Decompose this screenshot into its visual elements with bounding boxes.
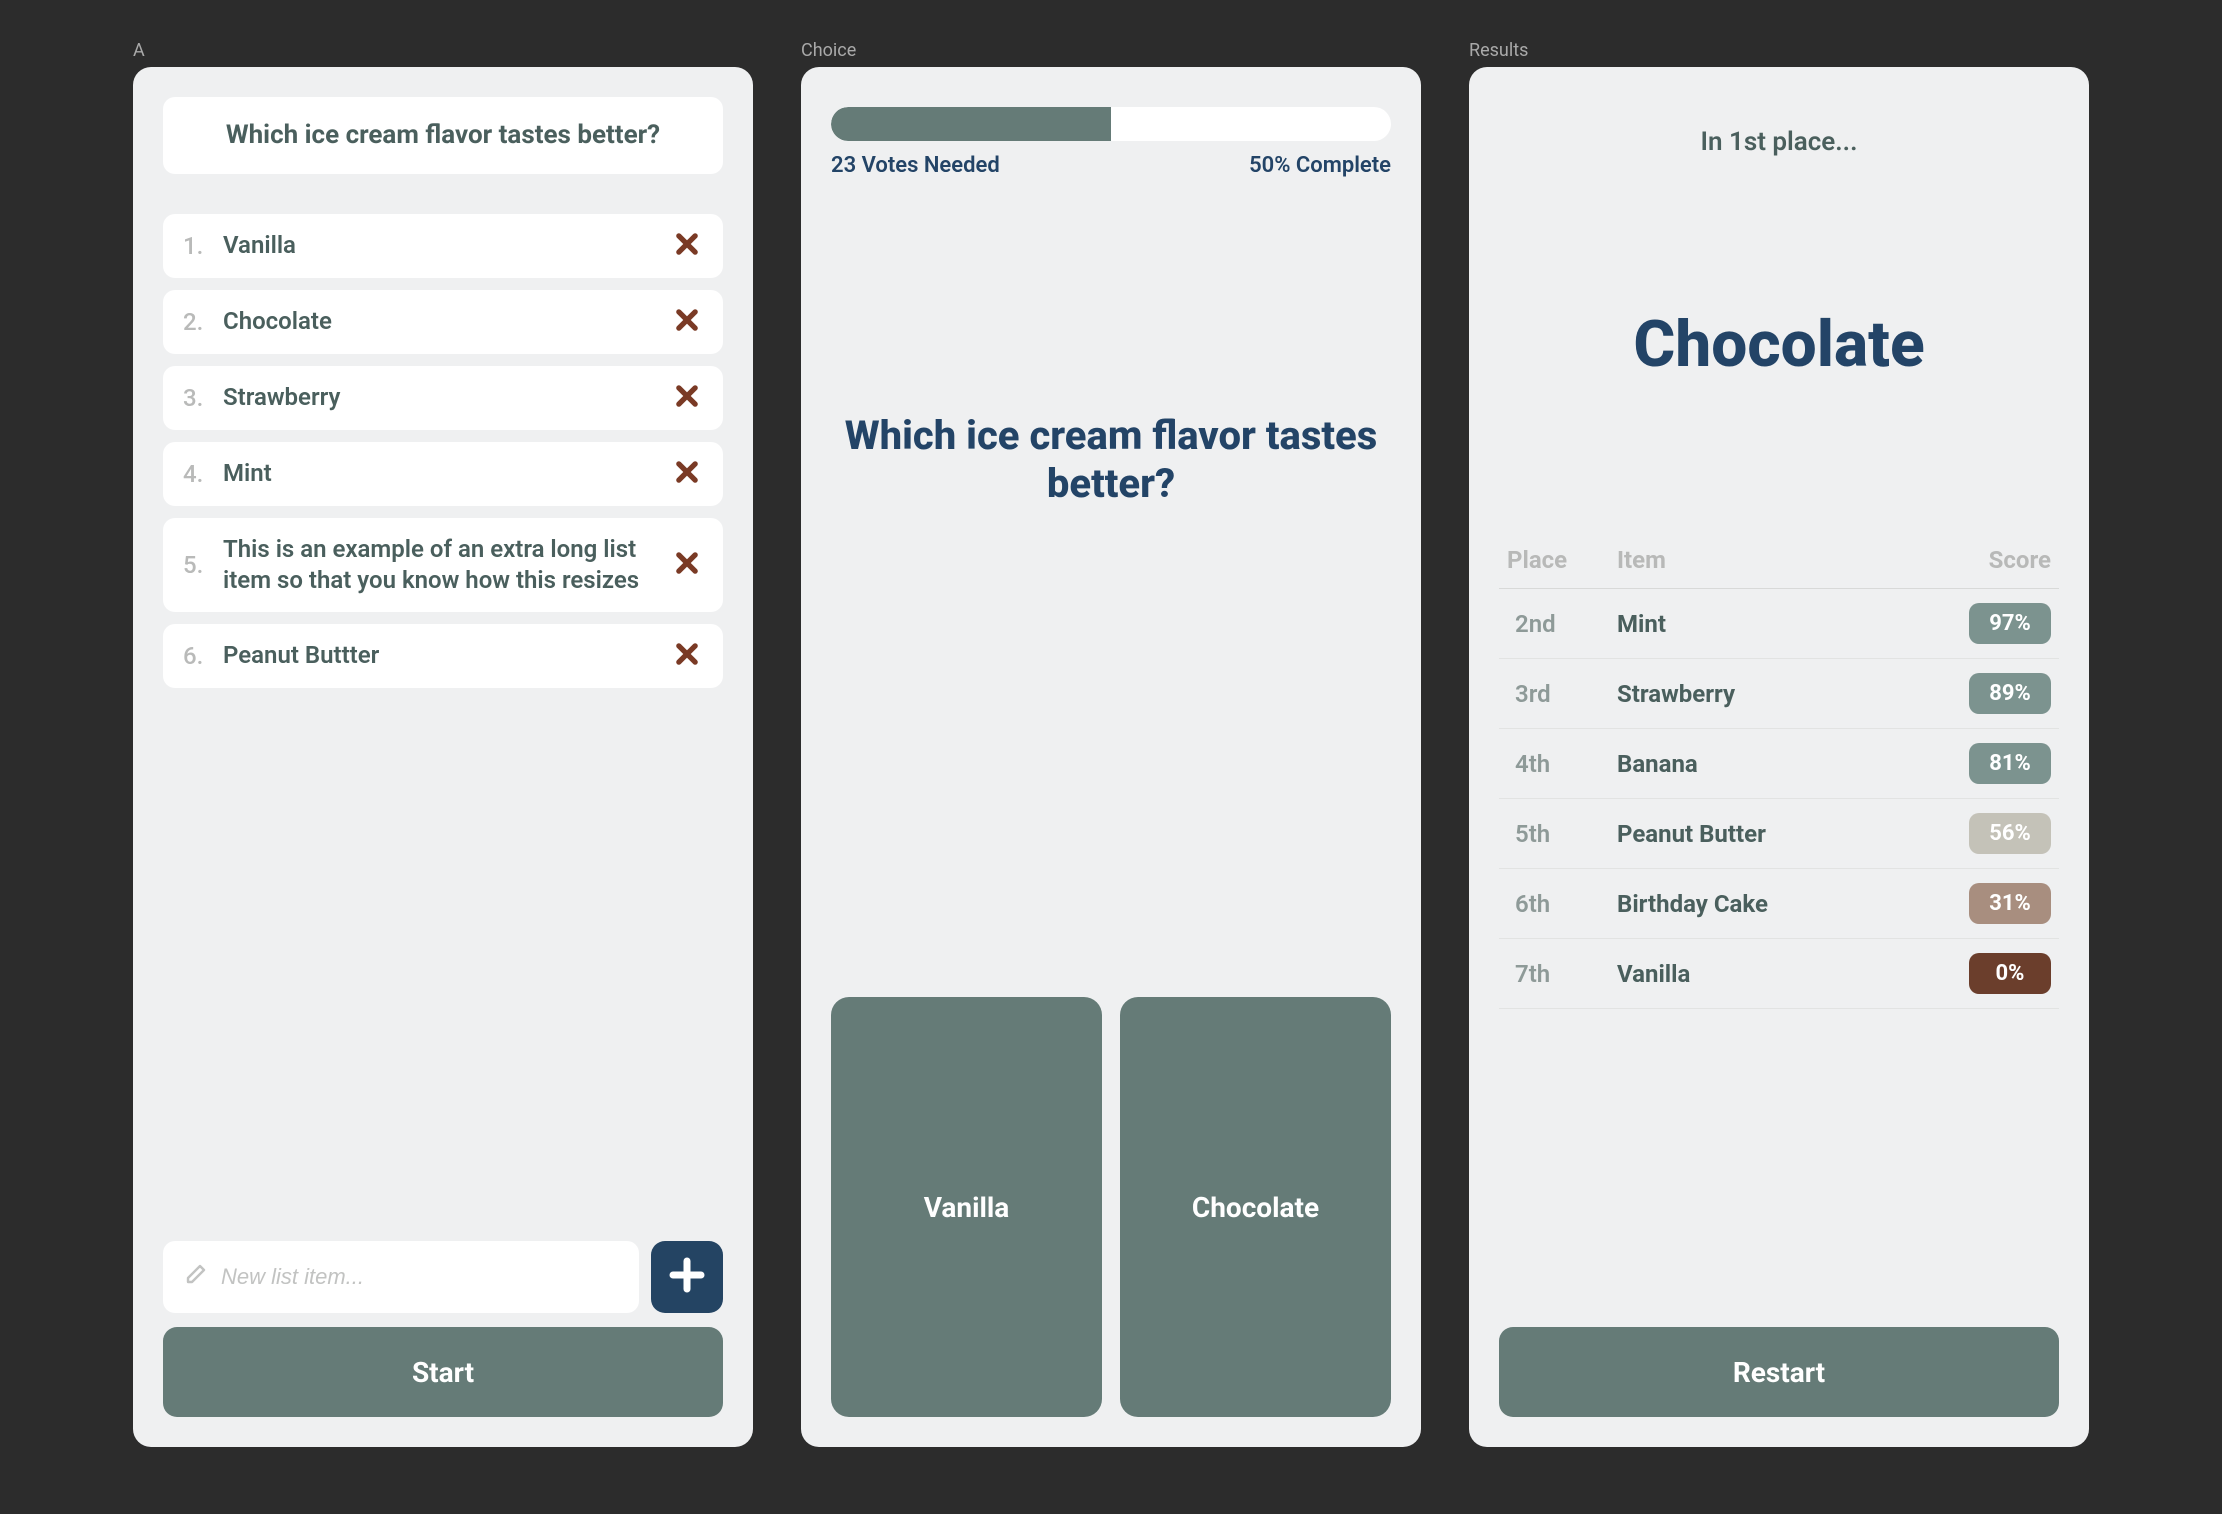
choice-option-left[interactable]: Vanilla bbox=[831, 997, 1102, 1417]
score-pill: 31% bbox=[1969, 883, 2051, 924]
results-row: 4thBanana 81% bbox=[1499, 729, 2059, 799]
list-item-number: 2. bbox=[183, 308, 211, 336]
progress-fill bbox=[831, 107, 1111, 141]
list-item-text: Chocolate bbox=[223, 306, 659, 337]
results-place: 4th bbox=[1507, 750, 1617, 778]
score-pill: 81% bbox=[1969, 743, 2051, 784]
score-pill: 56% bbox=[1969, 813, 2051, 854]
delete-item-button[interactable] bbox=[671, 230, 703, 262]
results-head-item: Item bbox=[1617, 546, 1941, 574]
results-item: Strawberry bbox=[1617, 680, 1941, 708]
results-item: Birthday Cake bbox=[1617, 890, 1941, 918]
results-place: 2nd bbox=[1507, 610, 1617, 638]
list-item-text: Mint bbox=[223, 458, 659, 489]
restart-button[interactable]: Restart bbox=[1499, 1327, 2059, 1417]
results-score-cell: 31% bbox=[1941, 883, 2051, 924]
delete-item-button[interactable] bbox=[671, 549, 703, 581]
close-icon bbox=[673, 306, 701, 338]
results-row: 7thVanilla 0% bbox=[1499, 939, 2059, 1009]
results-head-place: Place bbox=[1507, 546, 1617, 574]
winner-intro: In 1st place... bbox=[1499, 127, 2059, 157]
results-item: Vanilla bbox=[1617, 960, 1941, 988]
results-row: 5thPeanut Butter 56% bbox=[1499, 799, 2059, 869]
results-row: 6thBirthday Cake 31% bbox=[1499, 869, 2059, 939]
results-place: 7th bbox=[1507, 960, 1617, 988]
list-item: 6. Peanut Buttter bbox=[163, 624, 723, 688]
list-item-text: This is an example of an extra long list… bbox=[223, 534, 659, 596]
add-item-button[interactable] bbox=[651, 1241, 723, 1313]
results-score-cell: 89% bbox=[1941, 673, 2051, 714]
choice-option-right[interactable]: Chocolate bbox=[1120, 997, 1391, 1417]
panel-results-label: Results bbox=[1469, 40, 2089, 61]
results-panel: In 1st place... Chocolate Place Item Sco… bbox=[1469, 67, 2089, 1447]
results-score-cell: 97% bbox=[1941, 603, 2051, 644]
delete-item-button[interactable] bbox=[671, 382, 703, 414]
results-score-cell: 81% bbox=[1941, 743, 2051, 784]
results-row: 2ndMint 97% bbox=[1499, 589, 2059, 659]
list-item: 2. Chocolate bbox=[163, 290, 723, 354]
results-place: 6th bbox=[1507, 890, 1617, 918]
delete-item-button[interactable] bbox=[671, 640, 703, 672]
plus-icon bbox=[666, 1254, 708, 1300]
results-table: Place Item Score 2ndMint 97% 3rdStrawberry… bbox=[1499, 532, 2059, 1009]
list-item-number: 1. bbox=[183, 232, 211, 260]
close-icon bbox=[673, 640, 701, 672]
panel-a-label: A bbox=[133, 40, 753, 61]
close-icon bbox=[673, 382, 701, 414]
close-icon bbox=[673, 458, 701, 490]
results-item: Banana bbox=[1617, 750, 1941, 778]
votes-needed-text: 23 Votes Needed bbox=[831, 153, 1000, 178]
list-item-text: Strawberry bbox=[223, 382, 659, 413]
list-item-number: 5. bbox=[183, 551, 211, 579]
list-item: 5. This is an example of an extra long li… bbox=[163, 518, 723, 612]
choice-panel: 23 Votes Needed 50% Complete Which ice c… bbox=[801, 67, 1421, 1447]
results-place: 5th bbox=[1507, 820, 1617, 848]
new-item-input-wrap[interactable] bbox=[163, 1241, 639, 1313]
progress-bar: 23 Votes Needed 50% Complete bbox=[831, 107, 1391, 178]
choice-question: Which ice cream flavor tastes better? bbox=[831, 412, 1391, 508]
new-item-input[interactable] bbox=[221, 1264, 619, 1290]
list-item-text: Vanilla bbox=[223, 230, 659, 261]
list-item-number: 3. bbox=[183, 384, 211, 412]
results-place: 3rd bbox=[1507, 680, 1617, 708]
results-score-cell: 0% bbox=[1941, 953, 2051, 994]
winner-name: Chocolate bbox=[1499, 307, 2059, 382]
delete-item-button[interactable] bbox=[671, 306, 703, 338]
item-list: 1. Vanilla 2. Chocolate 3. Strawberry 4. Mint 5.… bbox=[163, 214, 723, 688]
results-head-score: Score bbox=[1941, 546, 2051, 574]
list-builder-panel: Which ice cream flavor tastes better? 1.… bbox=[133, 67, 753, 1447]
score-pill: 0% bbox=[1969, 953, 2051, 994]
question-card: Which ice cream flavor tastes better? bbox=[163, 97, 723, 174]
delete-item-button[interactable] bbox=[671, 458, 703, 490]
list-item-number: 6. bbox=[183, 642, 211, 670]
list-item-text: Peanut Buttter bbox=[223, 640, 659, 671]
list-item: 4. Mint bbox=[163, 442, 723, 506]
score-pill: 97% bbox=[1969, 603, 2051, 644]
panel-choice-label: Choice bbox=[801, 40, 1421, 61]
start-button[interactable]: Start bbox=[163, 1327, 723, 1417]
list-item-number: 4. bbox=[183, 460, 211, 488]
percent-complete-text: 50% Complete bbox=[1249, 153, 1391, 178]
results-item: Mint bbox=[1617, 610, 1941, 638]
list-item: 1. Vanilla bbox=[163, 214, 723, 278]
close-icon bbox=[673, 549, 701, 581]
results-score-cell: 56% bbox=[1941, 813, 2051, 854]
list-item: 3. Strawberry bbox=[163, 366, 723, 430]
score-pill: 89% bbox=[1969, 673, 2051, 714]
pencil-icon bbox=[183, 1263, 207, 1291]
close-icon bbox=[673, 230, 701, 262]
results-item: Peanut Butter bbox=[1617, 820, 1941, 848]
results-row: 3rdStrawberry 89% bbox=[1499, 659, 2059, 729]
